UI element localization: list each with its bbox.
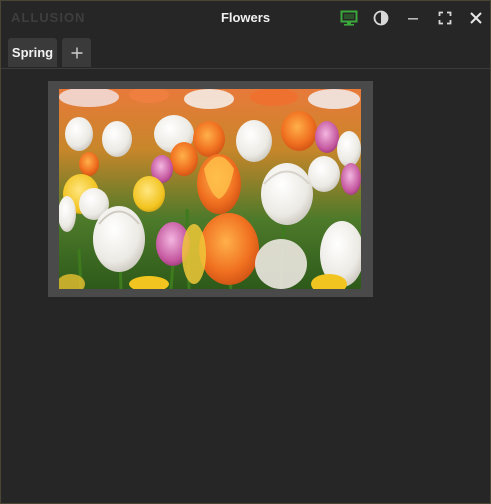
minimize-button[interactable] xyxy=(402,7,424,29)
tulip-photo xyxy=(59,89,361,289)
close-button[interactable] xyxy=(465,7,487,29)
tulip-image xyxy=(59,89,361,289)
tab-bar: Spring xyxy=(1,34,490,69)
canvas-area[interactable] xyxy=(1,69,490,503)
title-bar[interactable]: ALLUSION Flowers xyxy=(1,1,490,34)
tab-spring[interactable]: Spring xyxy=(8,38,57,67)
theme-toggle-button[interactable] xyxy=(370,7,392,29)
monitor-icon xyxy=(340,10,358,26)
minimize-icon xyxy=(408,18,418,20)
tab-label: Spring xyxy=(11,45,54,60)
close-icon xyxy=(470,12,482,24)
image-frame[interactable] xyxy=(48,81,373,297)
fullscreen-icon xyxy=(438,11,452,25)
app-window: ALLUSION Flowers Spring xyxy=(0,0,491,504)
monitor-button[interactable] xyxy=(338,7,360,29)
plus-icon xyxy=(71,47,82,58)
fullscreen-button[interactable] xyxy=(434,7,456,29)
contrast-icon xyxy=(373,10,389,26)
add-tab-button[interactable] xyxy=(62,38,91,67)
